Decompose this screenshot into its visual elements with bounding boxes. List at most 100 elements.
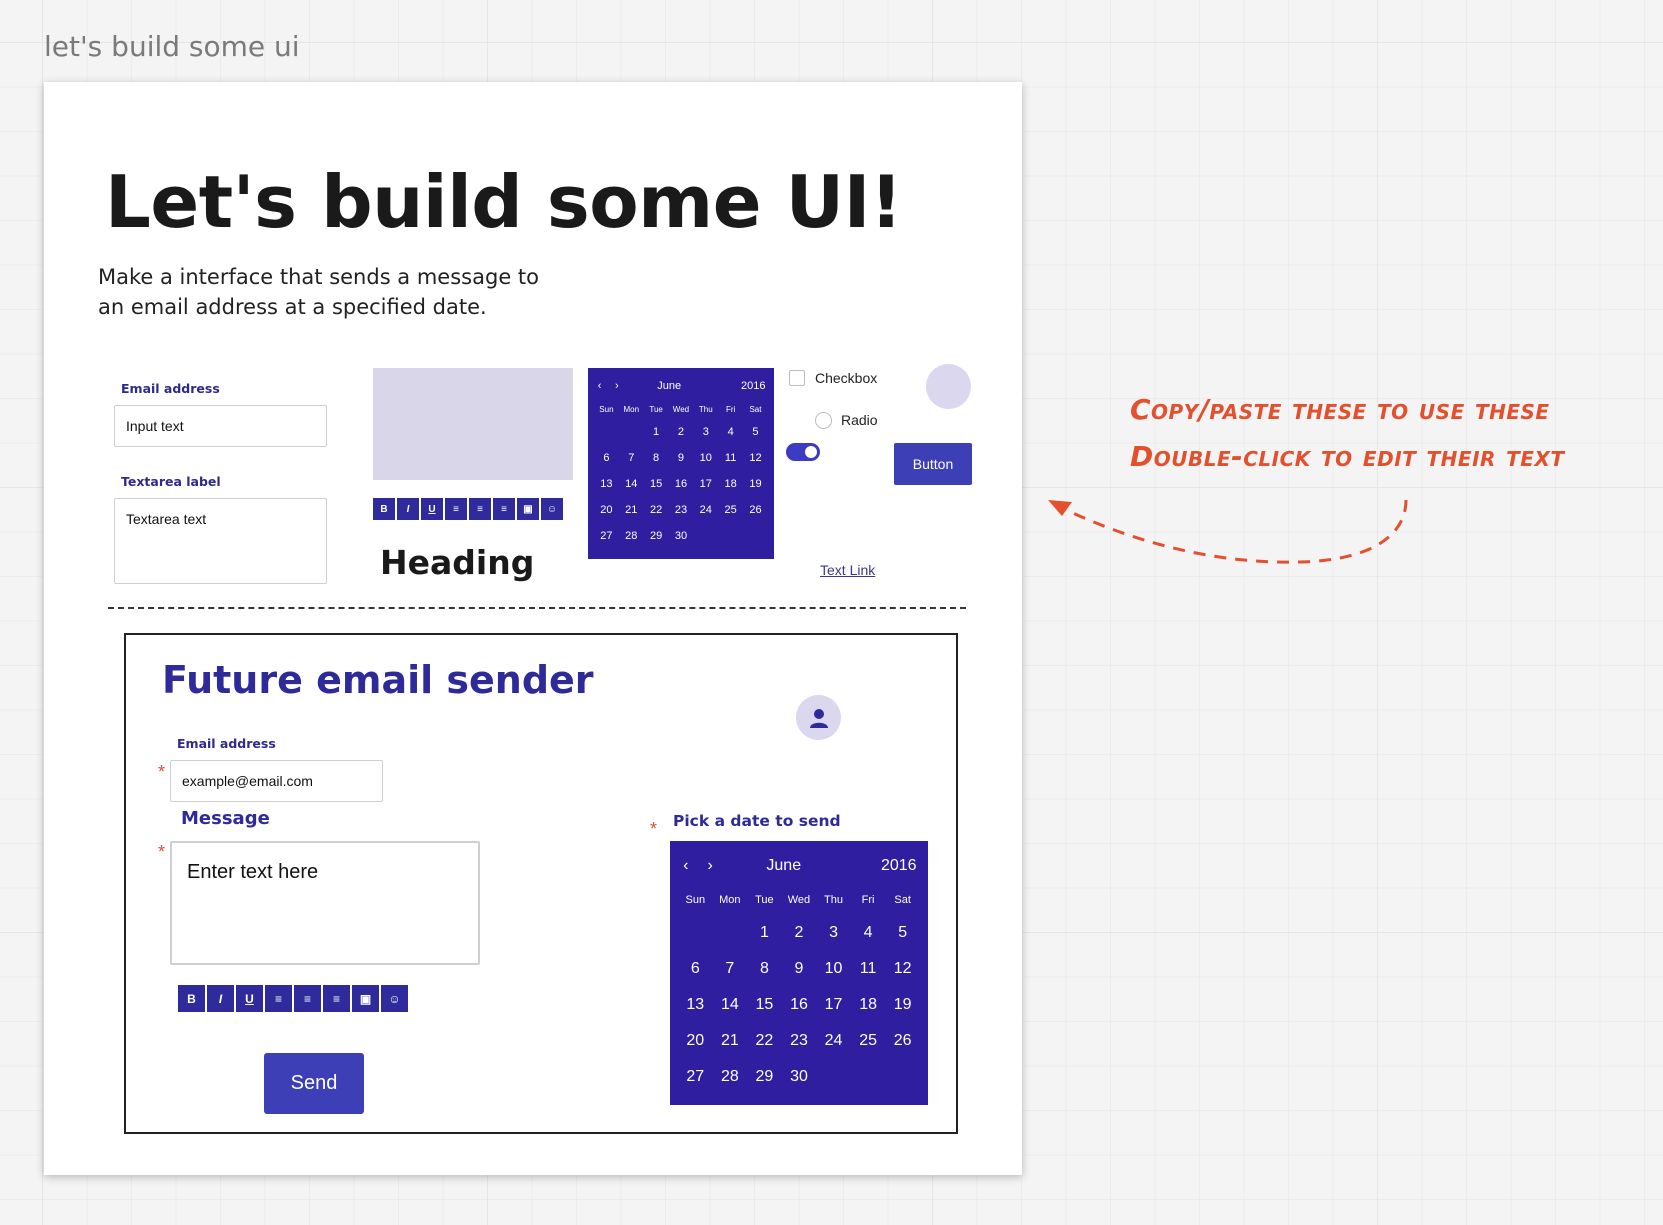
calendar-day[interactable]: 1 bbox=[747, 924, 782, 942]
calendar-day[interactable]: 5 bbox=[743, 426, 768, 438]
kit-radio[interactable] bbox=[815, 412, 832, 429]
calendar-day[interactable]: 27 bbox=[594, 530, 619, 542]
calendar-day[interactable]: 16 bbox=[669, 478, 694, 490]
calendar-day[interactable]: 17 bbox=[816, 996, 851, 1014]
radio-label: Radio bbox=[841, 412, 878, 428]
calendar-day[interactable]: 3 bbox=[693, 426, 718, 438]
chevron-right-icon[interactable]: › bbox=[708, 857, 713, 875]
avatar[interactable] bbox=[796, 695, 841, 740]
calendar-day[interactable]: 11 bbox=[718, 452, 743, 464]
calendar-day[interactable]: 12 bbox=[885, 960, 920, 978]
image-icon[interactable]: ▣ bbox=[517, 498, 539, 520]
calendar-day[interactable]: 5 bbox=[885, 924, 920, 942]
calendar-day[interactable]: 10 bbox=[816, 960, 851, 978]
calendar-day[interactable]: 16 bbox=[782, 996, 817, 1014]
calendar-day[interactable]: 25 bbox=[718, 504, 743, 516]
calendar-day[interactable]: 2 bbox=[782, 924, 817, 942]
kit-text-link[interactable]: Text Link bbox=[820, 562, 875, 578]
calendar-day bbox=[619, 426, 644, 438]
calendar-day[interactable]: 9 bbox=[782, 960, 817, 978]
calendar-day[interactable]: 21 bbox=[619, 504, 644, 516]
calendar-day[interactable]: 22 bbox=[644, 504, 669, 516]
calendar-day[interactable]: 10 bbox=[693, 452, 718, 464]
weekday-label: Sun bbox=[685, 894, 706, 906]
calendar-day[interactable]: 30 bbox=[669, 530, 694, 542]
calendar-day[interactable]: 2 bbox=[669, 426, 694, 438]
message-textarea[interactable]: Enter text here bbox=[170, 841, 480, 965]
chevron-left-icon[interactable]: ‹ bbox=[683, 857, 688, 875]
calendar-day[interactable]: 13 bbox=[594, 478, 619, 490]
kit-checkbox[interactable] bbox=[789, 370, 805, 386]
calendar-day[interactable]: 27 bbox=[678, 1068, 713, 1086]
kit-textarea[interactable]: Textarea text bbox=[114, 498, 327, 584]
calendar-day[interactable]: 26 bbox=[885, 1032, 920, 1050]
kit-toggle[interactable] bbox=[786, 443, 820, 461]
calendar-day[interactable]: 21 bbox=[713, 1032, 748, 1050]
calendar-day[interactable]: 14 bbox=[619, 478, 644, 490]
chevron-left-icon[interactable]: ‹ bbox=[598, 380, 602, 392]
calendar-day[interactable]: 9 bbox=[669, 452, 694, 464]
calendar-day[interactable]: 6 bbox=[678, 960, 713, 978]
calendar-day[interactable]: 19 bbox=[885, 996, 920, 1014]
emoji-icon[interactable]: ☺ bbox=[541, 498, 563, 520]
calendar-day[interactable]: 24 bbox=[816, 1032, 851, 1050]
calendar-day[interactable]: 13 bbox=[678, 996, 713, 1014]
calendar-day[interactable]: 28 bbox=[619, 530, 644, 542]
calendar-day[interactable]: 30 bbox=[782, 1068, 817, 1086]
annotation-line-1: Copy/paste these to use these bbox=[1130, 393, 1550, 426]
calendar-day[interactable]: 3 bbox=[816, 924, 851, 942]
calendar-day bbox=[743, 530, 768, 542]
align-right-icon[interactable]: ≡ bbox=[323, 985, 350, 1012]
calendar-day[interactable]: 29 bbox=[644, 530, 669, 542]
bold-icon[interactable]: B bbox=[178, 985, 205, 1012]
calendar-day[interactable]: 8 bbox=[644, 452, 669, 464]
calendar-day[interactable]: 15 bbox=[644, 478, 669, 490]
underline-icon[interactable]: U bbox=[236, 985, 263, 1012]
calendar-day[interactable]: 14 bbox=[713, 996, 748, 1014]
image-placeholder bbox=[373, 368, 573, 480]
calendar-day[interactable]: 24 bbox=[693, 504, 718, 516]
send-button[interactable]: Send bbox=[264, 1053, 364, 1114]
calendar-day[interactable]: 7 bbox=[619, 452, 644, 464]
underline-icon[interactable]: U bbox=[421, 498, 443, 520]
kit-input-field[interactable]: Input text bbox=[114, 405, 327, 447]
calendar-day[interactable]: 23 bbox=[669, 504, 694, 516]
calendar-day[interactable]: 12 bbox=[743, 452, 768, 464]
calendar-day[interactable]: 28 bbox=[713, 1068, 748, 1086]
italic-icon[interactable]: I bbox=[207, 985, 234, 1012]
calendar-day[interactable]: 22 bbox=[747, 1032, 782, 1050]
calendar-day[interactable]: 20 bbox=[678, 1032, 713, 1050]
calendar-day[interactable]: 17 bbox=[693, 478, 718, 490]
user-icon bbox=[809, 708, 828, 728]
align-center-icon[interactable]: ≡ bbox=[469, 498, 491, 520]
calendar-day[interactable]: 25 bbox=[851, 1032, 886, 1050]
calendar-day[interactable]: 11 bbox=[851, 960, 886, 978]
calendar-day[interactable]: 29 bbox=[747, 1068, 782, 1086]
align-left-icon[interactable]: ≡ bbox=[265, 985, 292, 1012]
calendar-day[interactable]: 19 bbox=[743, 478, 768, 490]
calendar-day[interactable]: 26 bbox=[743, 504, 768, 516]
calendar-day[interactable]: 15 bbox=[747, 996, 782, 1014]
align-center-icon[interactable]: ≡ bbox=[294, 985, 321, 1012]
calendar-day[interactable]: 4 bbox=[851, 924, 886, 942]
align-left-icon[interactable]: ≡ bbox=[445, 498, 467, 520]
weekday-label: Fri bbox=[725, 405, 736, 414]
calendar-day[interactable]: 18 bbox=[851, 996, 886, 1014]
align-right-icon[interactable]: ≡ bbox=[493, 498, 515, 520]
calendar-day[interactable]: 7 bbox=[713, 960, 748, 978]
calendar-day[interactable]: 18 bbox=[718, 478, 743, 490]
email-field[interactable]: example@email.com bbox=[170, 760, 383, 802]
calendar-day[interactable]: 1 bbox=[644, 426, 669, 438]
image-icon[interactable]: ▣ bbox=[352, 985, 379, 1012]
kit-button[interactable]: Button bbox=[894, 443, 972, 485]
calendar-day[interactable]: 23 bbox=[782, 1032, 817, 1050]
calendar-day[interactable]: 6 bbox=[594, 452, 619, 464]
calendar-day[interactable]: 8 bbox=[747, 960, 782, 978]
italic-icon[interactable]: I bbox=[397, 498, 419, 520]
emoji-icon[interactable]: ☺ bbox=[381, 985, 408, 1012]
calendar-day[interactable]: 20 bbox=[594, 504, 619, 516]
calendar-day[interactable]: 4 bbox=[718, 426, 743, 438]
chevron-right-icon[interactable]: › bbox=[615, 380, 619, 392]
bold-icon[interactable]: B bbox=[373, 498, 395, 520]
frame-title: let's build some ui bbox=[44, 30, 300, 63]
